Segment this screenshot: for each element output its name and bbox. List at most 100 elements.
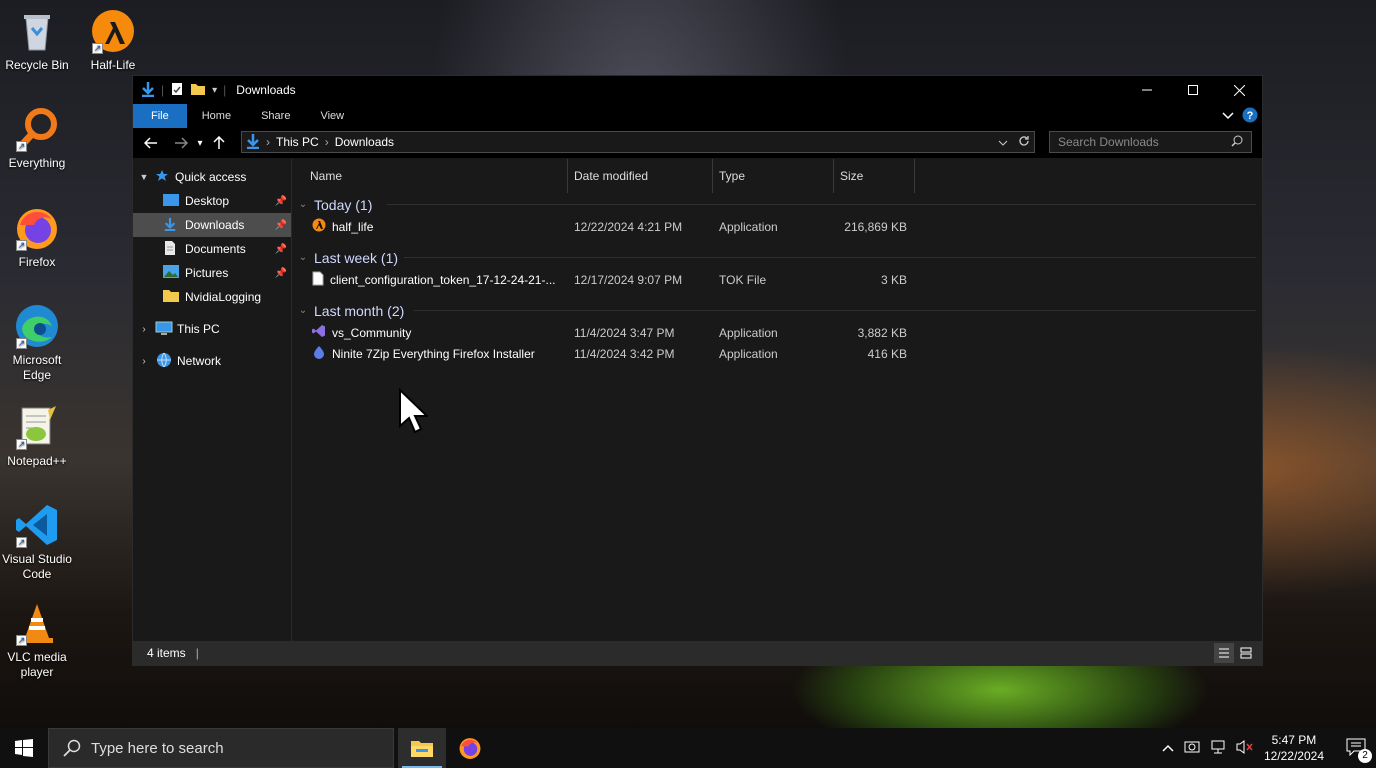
taskbar-clock[interactable]: 5:47 PM 12/22/2024	[1264, 732, 1324, 764]
chevron-down-icon[interactable]: ▼	[133, 172, 155, 182]
tab-share[interactable]: Share	[246, 104, 305, 128]
chevron-right-icon[interactable]: ›	[133, 356, 155, 367]
large-icons-view-icon	[1240, 647, 1252, 659]
tab-view[interactable]: View	[305, 104, 359, 128]
volume-muted-icon[interactable]	[1236, 739, 1254, 758]
tab-home[interactable]: Home	[187, 104, 246, 128]
file-row[interactable]: vs_Community 11/4/2024 3:47 PM Applicati…	[292, 322, 1262, 343]
nav-item-documents[interactable]: Documents 📌	[133, 237, 291, 261]
desktop-icon-vlc[interactable]: ↗ VLC media player	[0, 600, 74, 680]
chevron-down-icon[interactable]: ⌄	[292, 252, 314, 263]
column-size[interactable]: Size	[834, 159, 915, 193]
address-bar-row: ▾ › This PC › Downloads Search Downloads	[133, 128, 1262, 158]
taskbar-search-box[interactable]: Type here to search	[48, 728, 394, 768]
new-folder-icon[interactable]	[190, 81, 206, 100]
breadcrumb-this-pc[interactable]: This PC	[276, 135, 319, 149]
recent-locations-button[interactable]: ▾	[193, 131, 207, 155]
details-view-button[interactable]	[1214, 643, 1234, 663]
column-type[interactable]: Type	[713, 159, 834, 193]
column-name[interactable]: Name	[292, 159, 568, 193]
desktop-icon-everything[interactable]: ↗ Everything	[0, 106, 74, 171]
half-life-icon: ↗	[90, 8, 136, 54]
start-button[interactable]	[0, 728, 48, 768]
minimize-button[interactable]	[1124, 76, 1170, 104]
desktop-icon-vscode[interactable]: ↗ Visual Studio Code	[0, 502, 74, 582]
up-button[interactable]	[207, 131, 231, 155]
nav-label: Pictures	[185, 266, 229, 280]
pin-icon[interactable]: 📌	[275, 268, 287, 279]
nav-label: NvidiaLogging	[185, 290, 262, 304]
nav-label: This PC	[177, 322, 220, 336]
group-label: Today (1)	[314, 196, 373, 213]
nav-quick-access[interactable]: ▼ Quick access	[133, 165, 291, 189]
desktop-icon-label: Visual Studio Code	[2, 552, 72, 581]
notification-badge: 2	[1358, 748, 1372, 763]
title-bar[interactable]: | ▾ | Downloads	[133, 76, 1262, 104]
group-divider	[414, 310, 1256, 311]
security-icon[interactable]	[1184, 739, 1200, 758]
expand-ribbon-icon[interactable]	[1222, 109, 1234, 123]
file-size: 3 KB	[880, 272, 907, 287]
edge-icon: ↗	[14, 303, 60, 349]
nav-item-nvidialogging[interactable]: NvidiaLogging	[133, 285, 291, 309]
file-date: 12/22/2024 4:21 PM	[574, 219, 683, 234]
search-placeholder: Search Downloads	[1058, 135, 1159, 149]
separator: |	[161, 83, 165, 97]
chevron-right-icon[interactable]: ›	[133, 324, 155, 335]
breadcrumb-downloads[interactable]: Downloads	[335, 135, 394, 149]
close-button[interactable]	[1216, 76, 1262, 104]
search-input[interactable]: Search Downloads	[1049, 131, 1252, 153]
pin-icon[interactable]: 📌	[275, 244, 287, 255]
pin-icon[interactable]: 📌	[275, 196, 287, 207]
refresh-icon[interactable]	[1018, 135, 1030, 150]
file-row[interactable]: client_configuration_token_17-12-24-21-.…	[292, 269, 1262, 290]
breadcrumb-separator: ›	[266, 135, 270, 149]
group-header-last-week[interactable]: ⌄ Last week (1)	[292, 246, 1262, 269]
tab-file[interactable]: File	[133, 104, 187, 128]
back-button[interactable]	[139, 131, 163, 155]
pin-icon[interactable]: 📌	[275, 220, 287, 231]
window-title: Downloads	[236, 83, 296, 97]
nav-item-desktop[interactable]: Desktop 📌	[133, 189, 291, 213]
vlc-icon: ↗	[14, 600, 60, 646]
network-status-icon[interactable]	[1210, 739, 1226, 758]
nav-label: Quick access	[175, 170, 247, 184]
properties-icon[interactable]	[170, 81, 184, 100]
forward-button[interactable]	[169, 131, 193, 155]
chevron-down-icon[interactable]: ⌄	[292, 199, 314, 210]
large-icons-view-button[interactable]	[1236, 643, 1256, 663]
maximize-button[interactable]	[1170, 76, 1216, 104]
nav-label: Desktop	[185, 194, 230, 208]
address-dropdown-icon[interactable]	[998, 135, 1008, 149]
nav-this-pc[interactable]: › This PC	[133, 317, 291, 341]
desktop-icon-recycle-bin[interactable]: Recycle Bin	[0, 8, 74, 73]
taskbar-firefox-button[interactable]	[446, 728, 494, 768]
address-bar[interactable]: › This PC › Downloads	[241, 131, 1035, 153]
group-header-last-month[interactable]: ⌄ Last month (2)	[292, 299, 1262, 322]
chevron-down-icon[interactable]: ⌄	[292, 305, 314, 316]
file-row[interactable]: half_life 12/22/2024 4:21 PM Application…	[292, 216, 1262, 237]
nav-item-downloads[interactable]: Downloads 📌	[133, 213, 291, 237]
help-icon[interactable]: ?	[1242, 107, 1258, 126]
ninite-icon	[312, 345, 326, 362]
file-list: Name Date modified Type Size ⌄ Today (1)…	[292, 159, 1262, 641]
desktop-icon-half-life[interactable]: ↗ Half-Life	[76, 8, 150, 73]
desktop-icon-notepadpp[interactable]: ↗ Notepad++	[0, 404, 74, 469]
column-date-modified[interactable]: Date modified	[568, 159, 713, 193]
group-divider	[404, 257, 1256, 258]
star-icon	[155, 169, 175, 186]
file-explorer-icon	[411, 741, 433, 757]
notification-center-icon[interactable]: 2	[1346, 738, 1372, 763]
nav-network[interactable]: › Network	[133, 349, 291, 373]
firefox-icon	[459, 738, 481, 759]
taskbar-file-explorer-button[interactable]	[398, 728, 446, 768]
file-row[interactable]: Ninite 7Zip Everything Firefox Installer…	[292, 343, 1262, 364]
show-hidden-icons-chevron-up-icon[interactable]	[1162, 741, 1174, 755]
desktop-icon-edge[interactable]: ↗ Microsoft Edge	[0, 303, 74, 383]
nav-item-pictures[interactable]: Pictures 📌	[133, 261, 291, 285]
group-header-today[interactable]: ⌄ Today (1)	[292, 193, 1262, 216]
desktop-icon-firefox[interactable]: ↗ Firefox	[0, 205, 74, 270]
desktop-icon-label: Notepad++	[7, 454, 67, 468]
customize-toolbar-icon[interactable]: ▾	[212, 85, 217, 96]
nav-label: Documents	[185, 242, 246, 256]
